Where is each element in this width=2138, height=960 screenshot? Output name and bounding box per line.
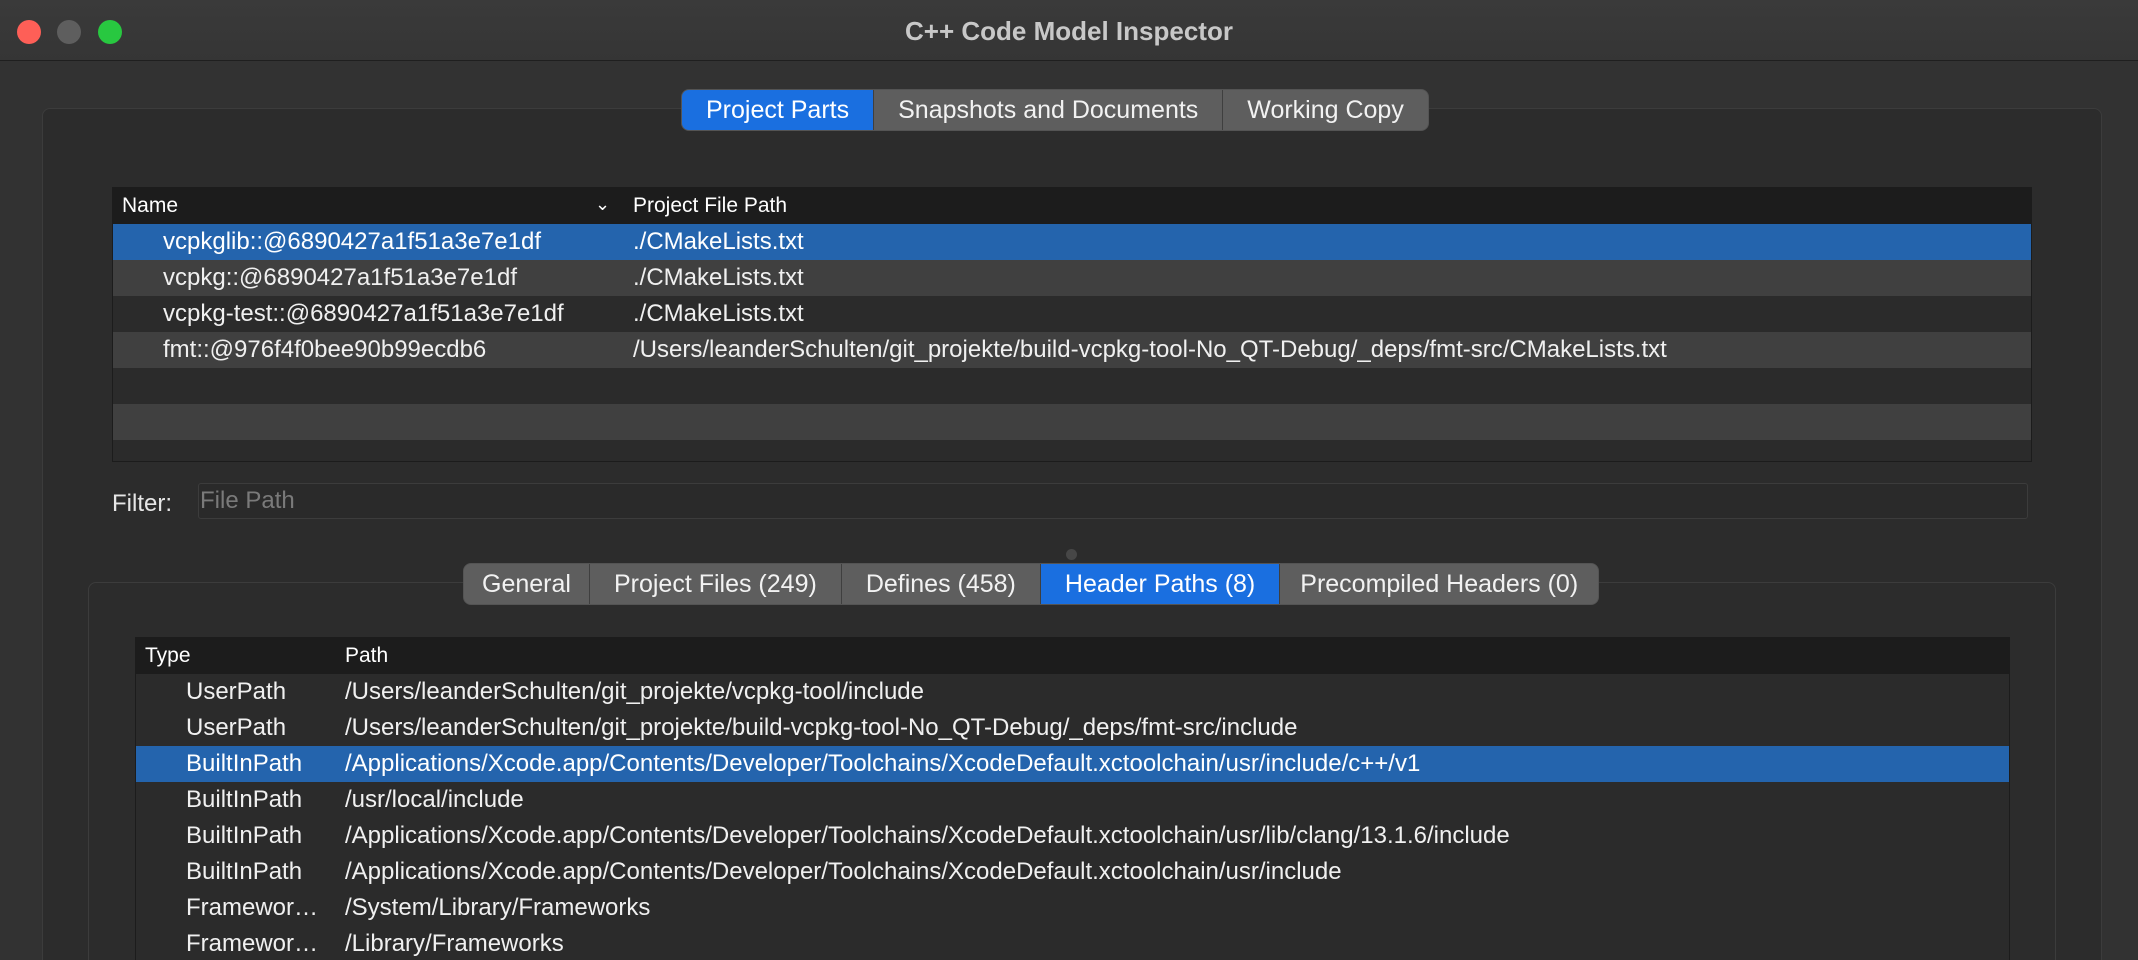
table-row[interactable]: UserPath /Users/leanderSchulten/git_proj… [136, 674, 2009, 710]
tab-defines[interactable]: Defines (458) [841, 564, 1041, 604]
part-path: /Users/leanderSchulten/git_projekte/buil… [633, 336, 1667, 363]
tab-project-files[interactable]: Project Files (249) [589, 564, 842, 604]
window-title: C++ Code Model Inspector [905, 16, 1233, 46]
part-name: vcpkg-test::@6890427a1f51a3e7e1df [163, 300, 564, 327]
part-path: ./CMakeLists.txt [633, 228, 804, 255]
part-path: ./CMakeLists.txt [633, 264, 804, 291]
inspector-window: C++ Code Model Inspector Project Parts S… [0, 0, 2138, 960]
table-row[interactable]: BuiltInPath /usr/local/include [136, 782, 2009, 818]
header-path-value: /Applications/Xcode.app/Contents/Develop… [345, 822, 1510, 849]
column-header-path[interactable]: Path [345, 644, 388, 668]
header-path-type: BuiltInPath [186, 858, 303, 885]
header-path-type: BuiltInPath [186, 822, 303, 849]
part-name: vcpkg::@6890427a1f51a3e7e1df [163, 264, 517, 291]
header-path-value: /Applications/Xcode.app/Contents/Develop… [345, 858, 1342, 885]
table-row[interactable]: vcpkglib::@6890427a1f51a3e7e1df ./CMakeL… [113, 224, 2031, 260]
header-path-value: /Applications/Xcode.app/Contents/Develop… [345, 750, 1421, 777]
header-path-type: Framewor… [186, 930, 319, 957]
header-path-type: BuiltInPath [186, 750, 303, 777]
part-name: fmt::@976f4f0bee90b99ecdb6 [163, 336, 487, 363]
table-header: Name ⌄ Project File Path [113, 188, 2031, 224]
header-path-type: UserPath [186, 678, 287, 705]
filter-input[interactable] [198, 483, 2028, 519]
project-parts-table: Name ⌄ Project File Path vcpkglib::@6890… [112, 187, 2032, 462]
column-header-project-file-path[interactable]: Project File Path [633, 194, 787, 218]
table-row[interactable]: Framewor… /Library/Frameworks [136, 926, 2009, 960]
table-row[interactable]: Framewor… /System/Library/Frameworks [136, 890, 2009, 926]
splitter-handle[interactable] [1066, 549, 1077, 560]
table-row[interactable]: BuiltInPath /Applications/Xcode.app/Cont… [136, 746, 2009, 782]
table-row[interactable]: UserPath /Users/leanderSchulten/git_proj… [136, 710, 2009, 746]
header-paths-table: Type Path UserPath /Users/leanderSchulte… [135, 637, 2010, 960]
tab-general[interactable]: General [464, 564, 590, 604]
column-header-name[interactable]: Name [122, 194, 178, 218]
header-path-value: /Users/leanderSchulten/git_projekte/vcpk… [345, 678, 924, 705]
table-row[interactable]: vcpkg::@6890427a1f51a3e7e1df ./CMakeList… [113, 260, 2031, 296]
sort-chevron-down-icon: ⌄ [595, 194, 611, 214]
table-row[interactable]: fmt::@976f4f0bee90b99ecdb6 /Users/leande… [113, 332, 2031, 368]
main-tab-bar: Project Parts Snapshots and Documents Wo… [681, 89, 1429, 131]
header-path-value: /Users/leanderSchulten/git_projekte/buil… [345, 714, 1298, 741]
tab-header-paths[interactable]: Header Paths (8) [1040, 564, 1281, 604]
table-row[interactable]: BuiltInPath /Applications/Xcode.app/Cont… [136, 854, 2009, 890]
empty-row [113, 404, 2031, 440]
table-header: Type Path [136, 638, 2009, 674]
header-path-value: /System/Library/Frameworks [345, 894, 651, 921]
empty-row [113, 368, 2031, 404]
header-path-type: Framewor… [186, 894, 319, 921]
filter-label: Filter: [112, 490, 172, 517]
empty-row [113, 440, 2031, 461]
header-path-type: UserPath [186, 714, 287, 741]
tab-precompiled-headers[interactable]: Precompiled Headers (0) [1280, 564, 1599, 604]
header-path-value: /Library/Frameworks [345, 930, 564, 957]
detail-tab-bar: General Project Files (249) Defines (458… [463, 563, 1600, 605]
part-name: vcpkglib::@6890427a1f51a3e7e1df [163, 228, 541, 255]
tab-snapshots-and-documents[interactable]: Snapshots and Documents [874, 90, 1224, 130]
table-row[interactable]: BuiltInPath /Applications/Xcode.app/Cont… [136, 818, 2009, 854]
header-path-value: /usr/local/include [345, 786, 524, 813]
column-header-type[interactable]: Type [145, 644, 191, 668]
part-path: ./CMakeLists.txt [633, 300, 804, 327]
tab-working-copy[interactable]: Working Copy [1223, 90, 1428, 130]
title-bar: C++ Code Model Inspector [0, 0, 2138, 61]
table-row[interactable]: vcpkg-test::@6890427a1f51a3e7e1df ./CMak… [113, 296, 2031, 332]
tab-project-parts[interactable]: Project Parts [682, 90, 875, 130]
header-path-type: BuiltInPath [186, 786, 303, 813]
